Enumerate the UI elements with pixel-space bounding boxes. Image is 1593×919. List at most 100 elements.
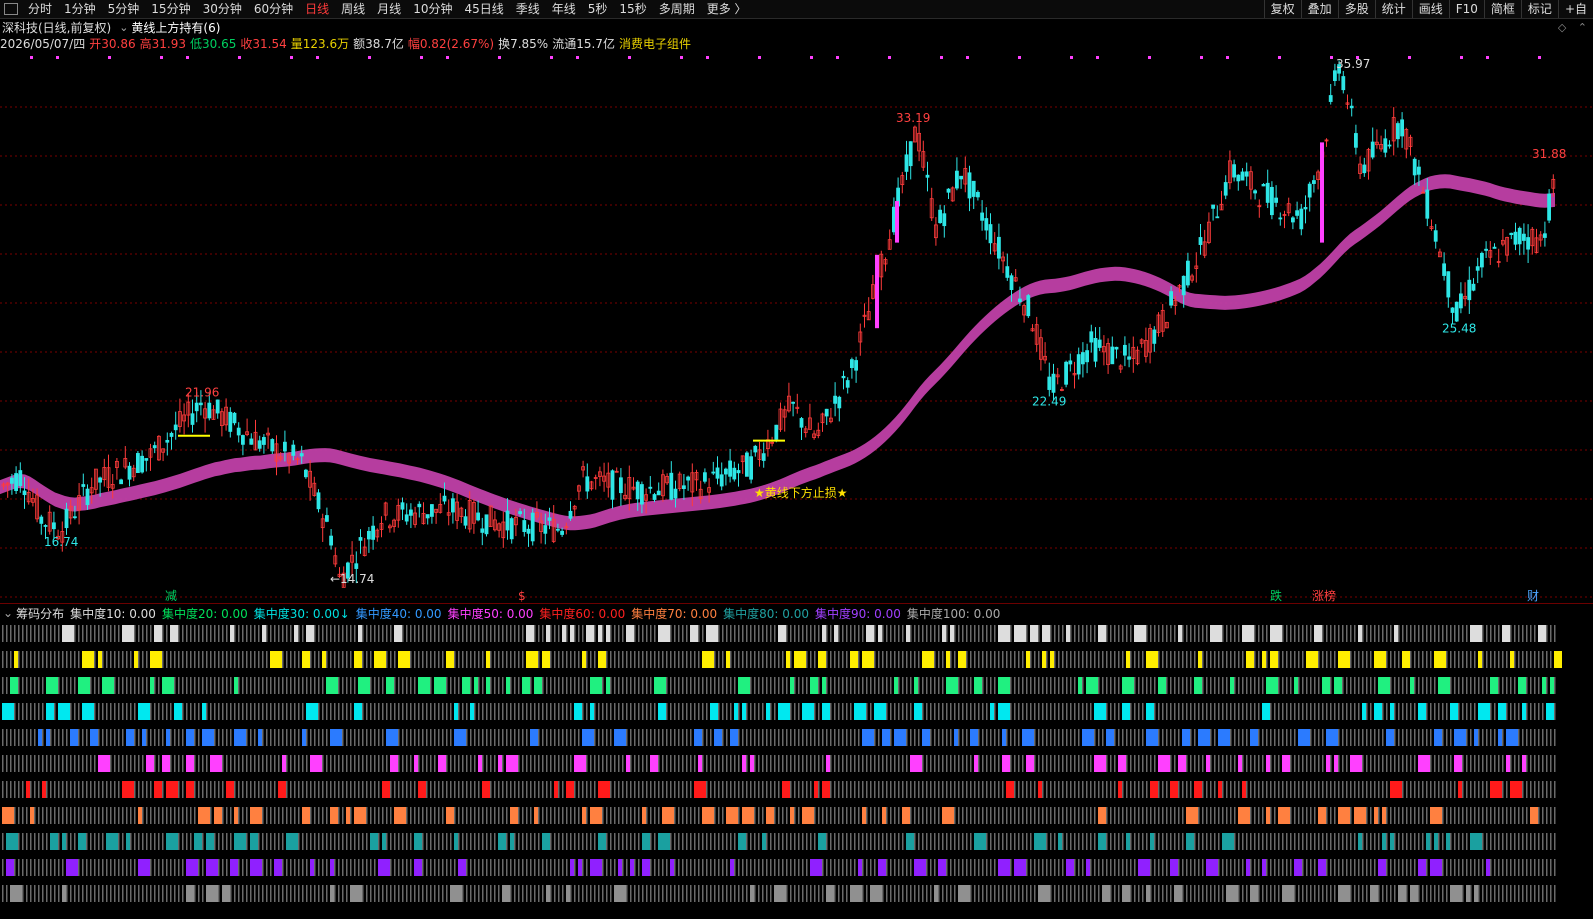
chip-stripe xyxy=(1134,781,1136,798)
chip-stripe xyxy=(1310,703,1312,720)
chip-block xyxy=(1430,807,1442,824)
period-tab[interactable]: 分时 xyxy=(22,0,58,18)
chip-stripe xyxy=(718,625,720,642)
chip-block xyxy=(882,807,886,824)
chip-stripe xyxy=(1034,729,1036,746)
chip-block xyxy=(734,703,738,720)
chip-stripe xyxy=(1214,755,1216,772)
chip-stripe xyxy=(894,807,896,824)
chip-stripe xyxy=(266,625,268,642)
chip-block xyxy=(1042,625,1050,642)
chip-stripe xyxy=(1110,703,1112,720)
chip-stripe xyxy=(590,781,592,798)
chip-stripe xyxy=(914,833,916,850)
chip-stripe xyxy=(822,859,824,876)
chip-stripe xyxy=(1538,677,1540,694)
chip-stripe xyxy=(718,703,720,720)
period-tab[interactable]: 季线 xyxy=(510,0,546,18)
toolbar-button[interactable]: 统计 xyxy=(1374,0,1412,18)
chip-block xyxy=(1538,625,1546,642)
chip-stripe xyxy=(1062,703,1064,720)
diamond-icon[interactable]: ◇ xyxy=(1558,21,1566,34)
period-tab[interactable]: 年线 xyxy=(546,0,582,18)
chip-stripe xyxy=(82,807,84,824)
period-tab[interactable]: 日线 xyxy=(299,0,335,18)
period-tab[interactable]: 60分钟 xyxy=(248,0,299,18)
period-tab[interactable]: 5秒 xyxy=(582,0,614,18)
chip-stripe xyxy=(674,625,676,642)
period-tab[interactable]: 周线 xyxy=(335,0,371,18)
chip-stripe xyxy=(1390,625,1392,642)
chip-block xyxy=(1418,703,1426,720)
stock-title[interactable]: 深科技(日线,前复权) xyxy=(2,19,111,36)
toolbar-button[interactable]: +自 xyxy=(1557,0,1593,18)
chip-stripe xyxy=(1174,677,1176,694)
chip-stripe xyxy=(810,729,812,746)
chip-stripe xyxy=(130,859,132,876)
chip-stripe xyxy=(430,703,432,720)
chip-stripe xyxy=(1290,651,1292,668)
menu-icon[interactable] xyxy=(4,3,18,15)
candlestick-chart[interactable]: 21.9616.74←14.7433.1922.49 35.9725.4831.… xyxy=(0,52,1593,602)
chip-block xyxy=(1242,781,1246,798)
chip-stripe xyxy=(1014,703,1016,720)
chip-stripe xyxy=(1166,703,1168,720)
candle-body xyxy=(556,528,560,531)
chip-block xyxy=(1454,755,1462,772)
chip-stripe xyxy=(1102,651,1104,668)
period-tab[interactable]: 10分钟 xyxy=(407,0,458,18)
chip-stripe xyxy=(1354,729,1356,746)
toolbar-button[interactable]: 标记 xyxy=(1520,0,1558,18)
chip-block xyxy=(862,729,874,746)
chip-stripe xyxy=(150,781,152,798)
sector-tag[interactable]: 消费电子组件 xyxy=(619,36,691,52)
toolbar-button[interactable]: F10 xyxy=(1448,0,1484,18)
chip-stripe xyxy=(90,677,92,694)
chip-stripe xyxy=(722,729,724,746)
formula-name[interactable]: 黄线上方持有(6) xyxy=(131,19,220,36)
period-tab[interactable]: 15秒 xyxy=(613,0,652,18)
toolbar-button[interactable]: 多股 xyxy=(1337,0,1375,18)
chip-stripe xyxy=(686,625,688,642)
chip-indicator-panel[interactable] xyxy=(0,622,1593,919)
chip-block xyxy=(126,729,134,746)
chip-title[interactable]: 筹码分布 xyxy=(16,605,64,622)
chip-stripe xyxy=(958,807,960,824)
toolbar-button[interactable]: 叠加 xyxy=(1300,0,1338,18)
chevron-down-icon[interactable]: ⌄ xyxy=(119,21,128,34)
chip-stripe xyxy=(966,807,968,824)
chevron-down-icon[interactable]: ⌄ xyxy=(3,606,13,620)
chip-stripe xyxy=(1358,703,1360,720)
chip-stripe xyxy=(1194,755,1196,772)
chip-stripe xyxy=(330,625,332,642)
chip-stripe xyxy=(1170,729,1172,746)
period-tab[interactable]: 45日线 xyxy=(458,0,509,18)
period-tab[interactable]: 多周期 xyxy=(653,0,701,18)
chip-stripe xyxy=(770,703,772,720)
period-tab[interactable]: 月线 xyxy=(371,0,407,18)
collapse-icon[interactable]: ⌃ xyxy=(1578,21,1587,34)
period-tab[interactable]: 更多 〉 xyxy=(701,0,753,18)
period-tab[interactable]: 1分钟 xyxy=(58,0,102,18)
chip-block xyxy=(1362,703,1366,720)
toolbar-button[interactable]: 简框 xyxy=(1483,0,1521,18)
chip-stripe xyxy=(1154,625,1156,642)
chip-stripe xyxy=(1050,703,1052,720)
chip-stripe xyxy=(714,677,716,694)
period-tab[interactable]: 30分钟 xyxy=(197,0,248,18)
period-tab[interactable]: 5分钟 xyxy=(102,0,146,18)
period-tab[interactable]: 15分钟 xyxy=(145,0,196,18)
toolbar-button[interactable]: 画线 xyxy=(1411,0,1449,18)
chip-stripe xyxy=(14,807,16,824)
chip-stripe xyxy=(1378,807,1380,824)
toolbar-button[interactable]: 复权 xyxy=(1263,0,1301,18)
chip-stripe xyxy=(706,755,708,772)
chip-stripe xyxy=(1466,755,1468,772)
chip-stripe xyxy=(590,651,592,668)
chip-stripe xyxy=(454,781,456,798)
chip-stripe xyxy=(1278,833,1280,850)
chip-block xyxy=(386,677,394,694)
chip-stripe xyxy=(1114,755,1116,772)
chip-stripe xyxy=(630,729,632,746)
chip-stripe xyxy=(1290,703,1292,720)
